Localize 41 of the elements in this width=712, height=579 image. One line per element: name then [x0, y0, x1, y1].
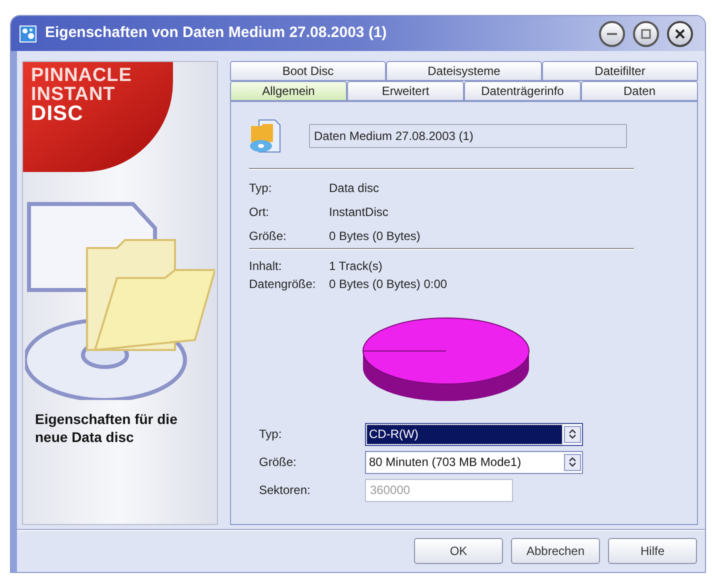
name-field[interactable]: Daten Medium 27.08.2003 (1) — [309, 124, 627, 148]
field-value: InstantDisc — [329, 204, 388, 221]
tab[interactable]: Daten — [581, 81, 698, 101]
dropdown[interactable]: CD-R(W) — [365, 422, 583, 446]
logo-text: DISC — [31, 104, 84, 123]
spinner-arrows-icon — [569, 457, 576, 467]
field-value: Data disc — [329, 180, 380, 197]
logo-text: PINNACLE — [31, 66, 133, 85]
dialog-button[interactable]: OK — [414, 538, 503, 564]
logo-text: INSTANT — [31, 85, 116, 104]
tab[interactable]: Dateisysteme — [386, 61, 542, 81]
app-icon — [19, 24, 37, 42]
tab[interactable]: Boot Disc — [230, 61, 386, 81]
minimize-button[interactable] — [599, 20, 625, 46]
tab[interactable]: Dateifilter — [542, 61, 698, 81]
field-label: Datengröße: — [249, 276, 317, 293]
field-value: 1 Track(s) — [329, 258, 382, 275]
field-label: Sektoren: — [258, 482, 312, 499]
maximize-button[interactable] — [633, 20, 659, 46]
field-label: Ort: — [249, 204, 270, 221]
dialog-button[interactable]: Abbrechen — [511, 538, 600, 564]
dropdown[interactable]: 80 Minuten (703 MB Mode1) — [365, 450, 583, 474]
field-value: 0 Bytes (0 Bytes) — [329, 228, 420, 245]
field-value: 0 Bytes (0 Bytes) 0:00 — [329, 276, 448, 293]
minimize-icon — [607, 32, 617, 36]
maximize-icon — [641, 28, 651, 38]
close-icon — [675, 28, 685, 38]
field-label: Typ: — [258, 426, 283, 443]
spinner-arrows-icon — [569, 429, 576, 439]
close-button[interactable] — [667, 20, 693, 46]
tab[interactable]: Erweitert — [347, 81, 464, 101]
field-label: Inhalt: — [249, 258, 283, 275]
field-label: Typ: — [249, 180, 273, 197]
dialog-button[interactable]: Hilfe — [608, 538, 697, 564]
field-label: Größe: — [249, 228, 288, 245]
field-label: Größe: — [258, 454, 298, 471]
tab[interactable]: Datenträgerinfo — [464, 81, 581, 101]
folder-disc-icon — [249, 118, 281, 154]
tab[interactable]: Allgemein — [230, 81, 347, 101]
window-title: Eigenschaften von Daten Medium 27.08.2003 (1) — [45, 23, 388, 44]
sidebar-caption: Eigenschaften für die neue Data disc — [34, 410, 178, 446]
